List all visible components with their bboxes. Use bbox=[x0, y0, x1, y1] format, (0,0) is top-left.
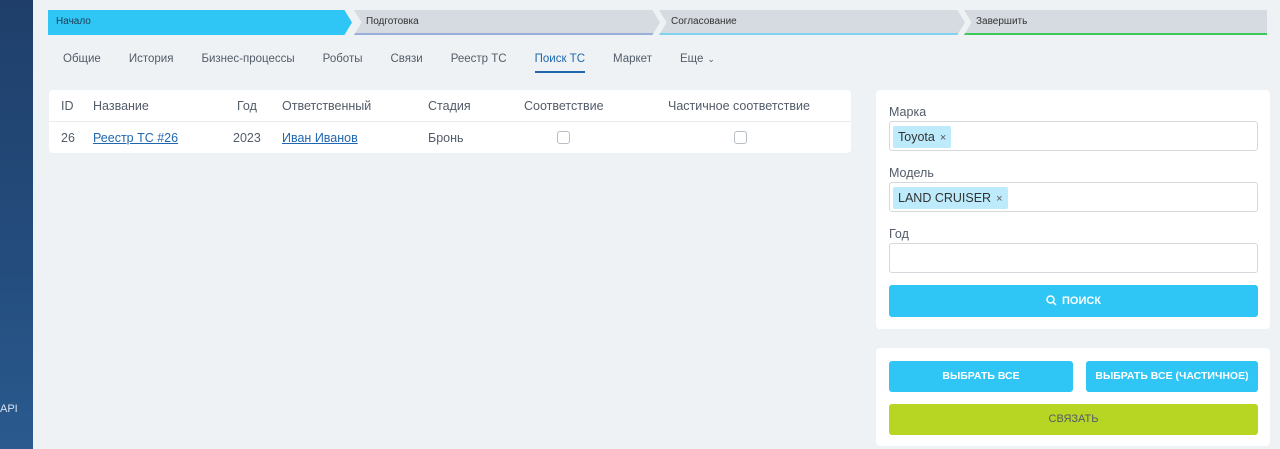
stage-finish[interactable]: Завершить bbox=[964, 10, 1267, 35]
year-field[interactable] bbox=[889, 243, 1258, 273]
stage-preparation[interactable]: Подготовка bbox=[354, 10, 660, 35]
search-filter-panel: Марка Toyota × Модель LAND CRUISER × Год П… bbox=[876, 90, 1270, 329]
column-header-id[interactable]: ID bbox=[61, 99, 74, 113]
tab-more[interactable]: Еще ⌄ bbox=[680, 52, 715, 73]
table-divider bbox=[49, 121, 851, 122]
column-header-year[interactable]: Год bbox=[237, 99, 257, 113]
model-tag-label: LAND CRUISER bbox=[898, 191, 992, 205]
tab-more-label: Еще bbox=[679, 53, 704, 65]
search-button[interactable]: ПОИСК bbox=[889, 285, 1258, 317]
search-button-label: ПОИСК bbox=[1061, 295, 1102, 307]
tab-vehicle-registry[interactable]: Реестр ТС bbox=[451, 52, 507, 73]
search-icon bbox=[1046, 295, 1057, 306]
tab-vehicle-search[interactable]: Поиск ТС bbox=[534, 52, 586, 73]
column-header-partial-match[interactable]: Частичное соответствие bbox=[668, 99, 810, 113]
model-tag: LAND CRUISER × bbox=[893, 187, 1008, 209]
column-header-stage[interactable]: Стадия bbox=[428, 99, 471, 113]
stage-approval[interactable]: Согласование bbox=[659, 10, 965, 35]
tab-robots[interactable]: Роботы bbox=[323, 52, 363, 73]
remove-tag-icon[interactable]: × bbox=[996, 193, 1002, 205]
brand-label: Марка bbox=[889, 105, 927, 119]
tab-links[interactable]: Связи bbox=[390, 52, 422, 73]
column-header-name[interactable]: Название bbox=[93, 99, 149, 113]
row-responsible-link[interactable]: Иван Иванов bbox=[282, 131, 358, 145]
sidebar-api-label[interactable]: API bbox=[0, 403, 18, 415]
row-year: 2023 bbox=[233, 131, 261, 145]
partial-match-checkbox[interactable] bbox=[734, 131, 747, 144]
row-stage: Бронь bbox=[428, 131, 464, 145]
chevron-down-icon: ⌄ bbox=[707, 54, 715, 64]
brand-tag: Toyota × bbox=[893, 126, 952, 148]
tab-business-processes[interactable]: Бизнес-процессы bbox=[201, 52, 294, 73]
tab-history[interactable]: История bbox=[129, 52, 174, 73]
row-name-link[interactable]: Реестр ТС #26 bbox=[93, 131, 178, 145]
row-id: 26 bbox=[61, 131, 75, 145]
tab-market[interactable]: Маркет bbox=[613, 52, 652, 73]
remove-tag-icon[interactable]: × bbox=[940, 132, 946, 144]
brand-field[interactable]: Toyota × bbox=[889, 121, 1258, 151]
results-table: ID Название Год Ответственный Стадия Соо… bbox=[49, 90, 851, 153]
left-sidebar: API bbox=[0, 0, 33, 449]
column-header-responsible[interactable]: Ответственный bbox=[282, 99, 371, 113]
column-header-match[interactable]: Соответствие bbox=[524, 99, 604, 113]
link-button[interactable]: СВЯЗАТЬ bbox=[889, 404, 1258, 435]
tab-bar: Общие История Бизнес-процессы Роботы Свя… bbox=[63, 52, 743, 76]
match-checkbox[interactable] bbox=[557, 131, 570, 144]
brand-tag-label: Toyota bbox=[898, 130, 935, 144]
stage-start[interactable]: Начало bbox=[48, 10, 352, 35]
model-field[interactable]: LAND CRUISER × bbox=[889, 182, 1258, 212]
tab-general[interactable]: Общие bbox=[63, 52, 101, 73]
model-label: Модель bbox=[889, 166, 934, 180]
actions-panel: ВЫБРАТЬ ВСЕ ВЫБРАТЬ ВСЕ (ЧАСТИЧНОЕ) СВЯЗ… bbox=[876, 348, 1270, 446]
select-all-partial-button[interactable]: ВЫБРАТЬ ВСЕ (ЧАСТИЧНОЕ) bbox=[1086, 361, 1258, 392]
year-label: Год bbox=[889, 227, 909, 241]
select-all-button[interactable]: ВЫБРАТЬ ВСЕ bbox=[889, 361, 1073, 392]
stage-progress-bar: Начало Подготовка Согласование Завершить bbox=[48, 10, 1267, 35]
